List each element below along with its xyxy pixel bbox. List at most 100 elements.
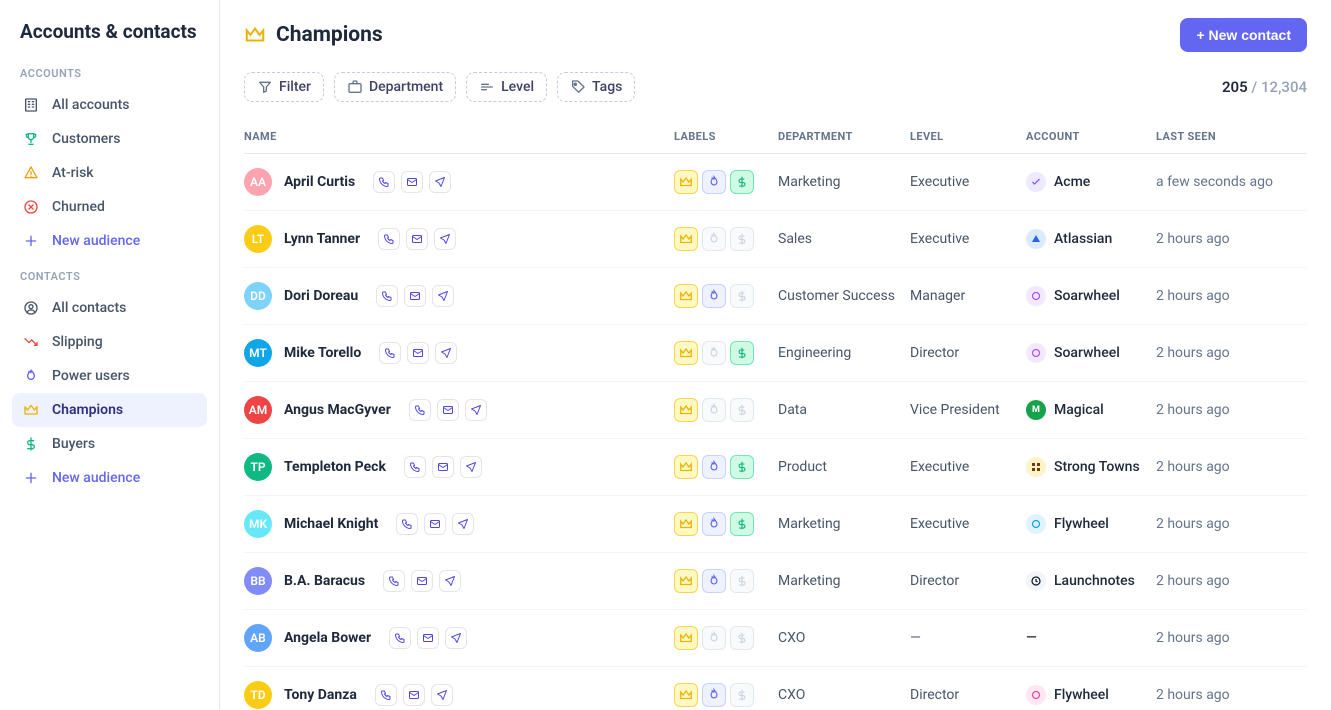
label-dollar-icon[interactable] [730,227,754,251]
mail-icon[interactable] [411,570,433,592]
table-row[interactable]: BBB.A. BaracusMarketingDirectorLaunchnot… [244,553,1307,610]
label-flame-icon[interactable] [702,569,726,593]
label-flame-icon[interactable] [702,170,726,194]
filter-chip-level[interactable]: Level [466,72,547,102]
label-flame-icon[interactable] [702,512,726,536]
filter-chip-tags[interactable]: Tags [557,72,635,102]
col-last-seen[interactable]: LAST SEEN [1156,130,1307,143]
account-cell[interactable]: — [1026,630,1156,646]
mail-icon[interactable] [424,513,446,535]
person-name[interactable]: Lynn Tanner [284,231,360,247]
sidebar-item-churned[interactable]: Churned [12,190,207,224]
table-row[interactable]: AMAngus MacGyverDataVice PresidentMMagic… [244,382,1307,439]
send-icon[interactable] [435,342,457,364]
label-crown-icon[interactable] [674,626,698,650]
table-row[interactable]: ABAngela BowerCXO——2 hours ago [244,610,1307,667]
sidebar-item-buyers[interactable]: Buyers [12,427,207,461]
label-crown-icon[interactable] [674,170,698,194]
label-crown-icon[interactable] [674,227,698,251]
table-row[interactable]: LTLynn TannerSalesExecutiveAtlassian2 ho… [244,211,1307,268]
phone-icon[interactable] [389,627,411,649]
label-crown-icon[interactable] [674,455,698,479]
mail-icon[interactable] [432,456,454,478]
sidebar-item-new-audience[interactable]: New audience [12,224,207,258]
phone-icon[interactable] [376,285,398,307]
label-flame-icon[interactable] [702,341,726,365]
account-cell[interactable]: Atlassian [1026,229,1156,249]
table-row[interactable]: TPTempleton PeckProductExecutiveStrong T… [244,439,1307,496]
table-row[interactable]: MKMichael KnightMarketingExecutiveFlywhe… [244,496,1307,553]
mail-icon[interactable] [437,399,459,421]
sidebar-item-power-users[interactable]: Power users [12,359,207,393]
account-cell[interactable]: Soarwheel [1026,343,1156,363]
label-dollar-icon[interactable] [730,683,754,707]
account-cell[interactable]: Acme [1026,172,1156,192]
send-icon[interactable] [431,684,453,706]
label-flame-icon[interactable] [702,626,726,650]
sidebar-item-at-risk[interactable]: At-risk [12,156,207,190]
person-name[interactable]: Angela Bower [284,630,371,646]
label-flame-icon[interactable] [702,227,726,251]
mail-icon[interactable] [406,228,428,250]
table-row[interactable]: DDDori DoreauCustomer SuccessManagerSoar… [244,268,1307,325]
phone-icon[interactable] [404,456,426,478]
label-crown-icon[interactable] [674,683,698,707]
sidebar-item-slipping[interactable]: Slipping [12,325,207,359]
sidebar-item-all-accounts[interactable]: All accounts [12,88,207,122]
account-cell[interactable]: Flywheel [1026,685,1156,705]
label-dollar-icon[interactable] [730,170,754,194]
label-crown-icon[interactable] [674,341,698,365]
person-name[interactable]: April Curtis [284,174,355,190]
mail-icon[interactable] [407,342,429,364]
sidebar-item-all-contacts[interactable]: All contacts [12,291,207,325]
phone-icon[interactable] [396,513,418,535]
table-row[interactable]: AAApril CurtisMarketingExecutiveAcmea fe… [244,154,1307,211]
sidebar-item-new-audience[interactable]: New audience [12,461,207,495]
col-department[interactable]: DEPARTMENT [778,130,910,143]
mail-icon[interactable] [401,171,423,193]
col-level[interactable]: LEVEL [910,130,1026,143]
label-dollar-icon[interactable] [730,341,754,365]
new-contact-button[interactable]: + New contact [1180,18,1307,52]
phone-icon[interactable] [383,570,405,592]
col-labels[interactable]: LABELS [674,130,778,143]
sidebar-item-customers[interactable]: Customers [12,122,207,156]
person-name[interactable]: Templeton Peck [284,459,386,475]
table-row[interactable]: MTMike TorelloEngineeringDirectorSoarwhe… [244,325,1307,382]
label-crown-icon[interactable] [674,569,698,593]
label-crown-icon[interactable] [674,398,698,422]
label-dollar-icon[interactable] [730,455,754,479]
label-crown-icon[interactable] [674,284,698,308]
account-cell[interactable]: Flywheel [1026,514,1156,534]
phone-icon[interactable] [409,399,431,421]
phone-icon[interactable] [373,171,395,193]
send-icon[interactable] [465,399,487,421]
account-cell[interactable]: Strong Towns [1026,457,1156,477]
account-cell[interactable]: MMagical [1026,400,1156,420]
account-cell[interactable]: Soarwheel [1026,286,1156,306]
label-flame-icon[interactable] [702,398,726,422]
person-name[interactable]: Tony Danza [284,687,357,703]
account-cell[interactable]: Launchnotes [1026,571,1156,591]
person-name[interactable]: Mike Torello [284,345,361,361]
send-icon[interactable] [434,228,456,250]
col-name[interactable]: NAME [244,130,674,143]
label-flame-icon[interactable] [702,683,726,707]
person-name[interactable]: Michael Knight [284,516,378,532]
send-icon[interactable] [429,171,451,193]
send-icon[interactable] [439,570,461,592]
sidebar-item-champions[interactable]: Champions [12,393,207,427]
mail-icon[interactable] [417,627,439,649]
label-flame-icon[interactable] [702,455,726,479]
label-dollar-icon[interactable] [730,512,754,536]
send-icon[interactable] [452,513,474,535]
person-name[interactable]: Angus MacGyver [284,402,391,418]
mail-icon[interactable] [403,684,425,706]
label-flame-icon[interactable] [702,284,726,308]
label-dollar-icon[interactable] [730,626,754,650]
send-icon[interactable] [460,456,482,478]
person-name[interactable]: B.A. Baracus [284,573,365,589]
mail-icon[interactable] [404,285,426,307]
person-name[interactable]: Dori Doreau [284,288,358,304]
send-icon[interactable] [445,627,467,649]
